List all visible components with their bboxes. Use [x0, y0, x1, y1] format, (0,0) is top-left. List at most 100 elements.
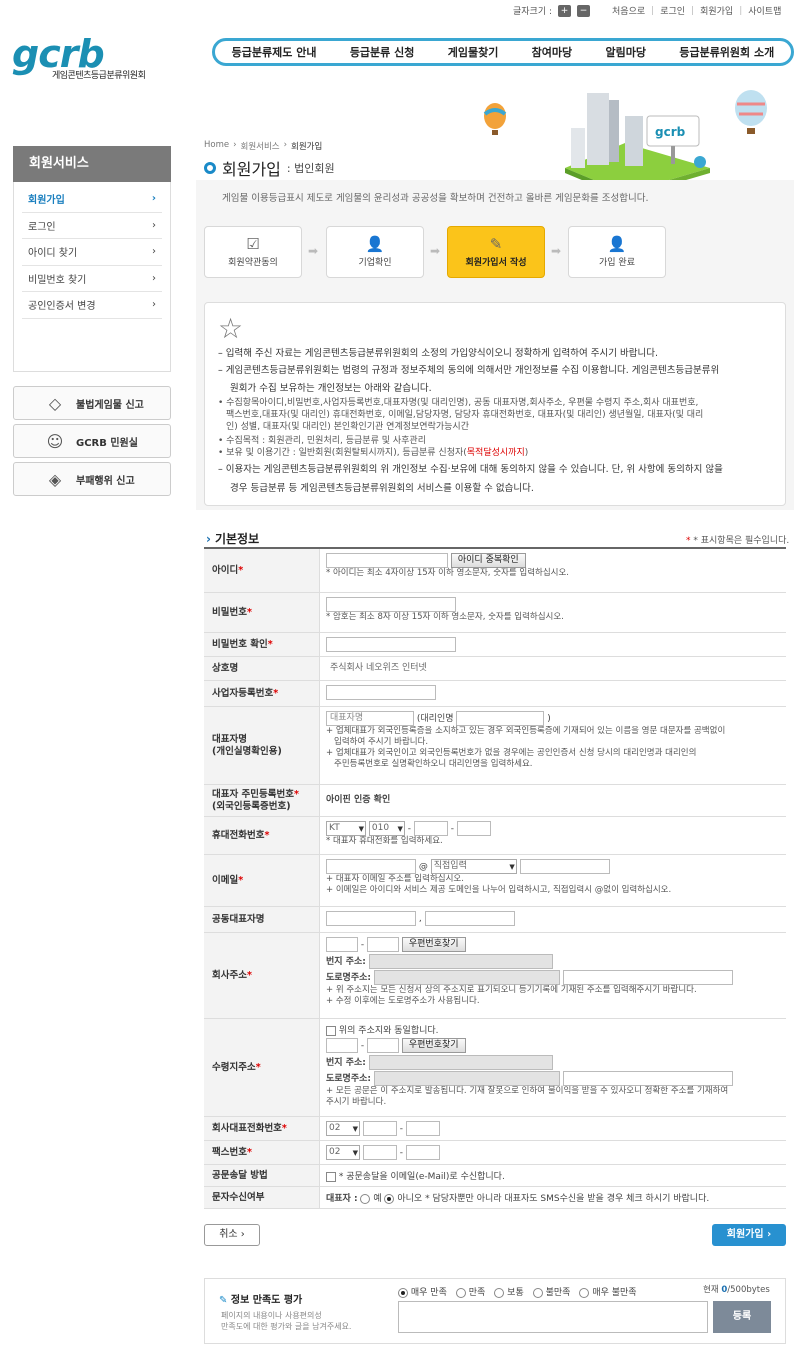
step-complete: 👤 가입 완료: [568, 226, 666, 278]
submit-rating-button[interactable]: 등록: [713, 1301, 771, 1333]
gnb-item-about[interactable]: 등급분류위원회 소개: [679, 44, 774, 60]
gcrb-civil-service-button[interactable]: ☺ GCRB 민원실: [13, 424, 171, 458]
representative-name-input[interactable]: 대표자명: [326, 711, 414, 726]
co-rep-input-1[interactable]: [326, 911, 416, 926]
fax-area-select[interactable]: 02: [326, 1145, 360, 1160]
notice-sub: • 수집항목아이디,비밀번호,사업자등록번호,대표자명(및 대리인명), 공동 …: [218, 398, 699, 408]
lnb-item-join[interactable]: 회원가입 ›: [22, 186, 162, 213]
satisfaction-textarea[interactable]: [398, 1301, 708, 1333]
join-submit-button[interactable]: 회원가입 ›: [712, 1224, 786, 1246]
rep-hint: + 업체대표가 외국인이고 외국인등록번호가 없을 경우에는 공인인증서 신청 …: [326, 748, 697, 758]
mobile-mid-input[interactable]: [413, 821, 448, 836]
satisfied-radio[interactable]: 만족: [455, 1285, 485, 1298]
site-logo[interactable]: gcrb 게임콘텐츠등급분류위원회: [12, 35, 182, 81]
page-title-text: 회원가입: [222, 160, 281, 179]
form-row-resident-no: 대표자 주민등록번호* (외국인등록증번호) 아이핀 인증 확인: [204, 785, 786, 817]
fax-last-input[interactable]: [405, 1145, 440, 1160]
unsatisfied-radio[interactable]: 불만족: [532, 1285, 570, 1298]
email-domain-select[interactable]: 직접입력: [430, 859, 517, 874]
font-decrease-button[interactable]: −: [577, 4, 591, 17]
id-input[interactable]: [326, 553, 448, 568]
breadcrumb-home[interactable]: Home: [204, 140, 229, 152]
mail-hint: + 모든 공문은 이 주소지로 발송됩니다. 기재 잘못으로 인하여 불이익을 …: [326, 1086, 729, 1096]
gnb-item-game-search[interactable]: 게임물찾기: [448, 44, 499, 60]
login-link[interactable]: 로그인: [660, 4, 685, 17]
sitemap-link[interactable]: 사이트맵: [748, 4, 781, 17]
notice-line: – 입력해 주신 자료는 게임콘텐츠등급분류위원회의 소정의 가입양식이오니 정…: [218, 348, 659, 359]
mail-zip-input-2[interactable]: [366, 1038, 399, 1053]
lnb-item-find-password[interactable]: 비밀번호 찾기 ›: [22, 266, 162, 292]
sms-no-radio[interactable]: [384, 1193, 395, 1204]
quick-label: GCRB 민원실: [76, 437, 138, 449]
email-id-input[interactable]: [326, 859, 416, 874]
mobile-prefix-select[interactable]: 010: [368, 821, 405, 836]
very-satisfied-radio[interactable]: 매우 만족: [398, 1285, 447, 1298]
very-unsatisfied-radio[interactable]: 매우 불만족: [579, 1285, 637, 1298]
gnb-item-participation[interactable]: 참여마당: [532, 44, 572, 60]
lnb-item-login[interactable]: 로그인 ›: [22, 213, 162, 239]
tel-area-select[interactable]: 02: [326, 1121, 360, 1136]
form-row-email: 이메일* @ 직접입력 + 대표자 이메일 주소를 입력하십시오. + 이메일은…: [204, 855, 786, 907]
zip-input-1[interactable]: [326, 937, 358, 952]
mail-zip-search-button[interactable]: 우편번호찾기: [401, 1038, 466, 1053]
join-link[interactable]: 회원가입: [700, 4, 733, 17]
email-domain-input[interactable]: [519, 859, 610, 874]
tel-last-input[interactable]: [405, 1121, 440, 1136]
fax-mid-input[interactable]: [362, 1145, 397, 1160]
lnb-item-label: 로그인: [28, 221, 56, 233]
paren-close: ): [547, 714, 551, 724]
password-input[interactable]: [326, 597, 456, 612]
agent-name-input[interactable]: [456, 711, 545, 726]
corruption-report-button[interactable]: ◈ 부패행위 신고: [13, 462, 171, 496]
zip-input-2[interactable]: [366, 937, 399, 952]
step-label: 회원가입서 작성: [465, 258, 527, 268]
zip-search-button[interactable]: 우편번호찾기: [401, 937, 466, 952]
same-address-checkbox[interactable]: [326, 1025, 336, 1036]
sms-yes-radio[interactable]: [360, 1193, 371, 1204]
neutral-radio[interactable]: 보통: [494, 1285, 524, 1298]
mail-road-address-input[interactable]: [373, 1071, 560, 1086]
id-duplicate-check-button[interactable]: 아이디 중복확인: [450, 553, 526, 568]
mail-road-detail-input[interactable]: [562, 1071, 733, 1086]
lnb-item-cert-change[interactable]: 공인인증서 변경 ›: [22, 292, 162, 319]
bizno-input[interactable]: [326, 685, 436, 700]
required-note: * * 표시항목은 필수입니다.: [686, 536, 790, 546]
dash: -: [407, 824, 411, 834]
mobile-last-input[interactable]: [456, 821, 491, 836]
sms-yes-label: 예: [373, 1194, 382, 1204]
gnb-item-rating-guide[interactable]: 등급분류제도 안내: [232, 44, 317, 60]
cancel-button[interactable]: 취소 ›: [204, 1224, 260, 1246]
gnb-item-notice[interactable]: 알림마당: [606, 44, 646, 60]
illegal-game-report-button[interactable]: ◇ 불법게임물 신고: [13, 386, 171, 420]
gnb-item-rating-apply[interactable]: 등급분류 신청: [350, 44, 415, 60]
field-cell: KT 010 - - * 대표자 휴대전화를 입력하세요.: [320, 817, 786, 854]
road-address-detail-input[interactable]: [562, 970, 733, 985]
lnb-item-find-id[interactable]: 아이디 찾기 ›: [22, 239, 162, 266]
lnb-item-label: 공인인증서 변경: [28, 301, 96, 313]
step-label: 가입 완료: [599, 258, 635, 268]
font-increase-button[interactable]: +: [558, 4, 572, 17]
title-bullet-icon: [204, 162, 216, 174]
quick-label: 부패행위 신고: [76, 475, 135, 487]
field-cell: 위의 주소지와 동일합니다. - 우편번호찾기 번지 주소: 도로명주소: + …: [320, 1019, 786, 1116]
home-link[interactable]: 처음으로: [612, 4, 645, 17]
field-cell: 대표자 : 예 아니오 * 담당자뿐만 아니라 대표자도 SMS수신을 받을 경…: [320, 1187, 786, 1208]
form-row-password: 비밀번호 * * 암호는 최소 8자 이상 15자 이하 영소문자, 숫자를 입력…: [204, 593, 786, 633]
notice-sub: • 수집목적 : 회원관리, 민원처리, 등급분류 및 사후관리: [218, 436, 426, 446]
form-row-sms: 문자수신여부 대표자 : 예 아니오 * 담당자뿐만 아니라 대표자도 SMS수…: [204, 1187, 786, 1209]
form-row-company: 상호명 주식회사 네오위즈 인터넷: [204, 657, 786, 681]
mail-lot-address-input[interactable]: [368, 1055, 553, 1070]
tel-mid-input[interactable]: [362, 1121, 397, 1136]
carrier-select[interactable]: KT: [326, 821, 366, 836]
mail-zip-input-1[interactable]: [326, 1038, 358, 1053]
co-rep-input-2[interactable]: [424, 911, 515, 926]
mobile-hint: * 대표자 휴대전화를 입력하세요.: [326, 836, 443, 846]
lot-address-label: 번지 주소:: [326, 957, 366, 967]
lot-address-input[interactable]: [368, 954, 553, 969]
password-confirm-input[interactable]: [326, 637, 456, 652]
field-label: 사업자등록번호 *: [204, 681, 320, 706]
same-address-label: 위의 주소지와 동일합니다.: [338, 1026, 439, 1036]
breadcrumb-member[interactable]: 회원서비스: [241, 140, 280, 152]
road-address-input[interactable]: [373, 970, 560, 985]
email-delivery-checkbox[interactable]: [326, 1171, 336, 1182]
